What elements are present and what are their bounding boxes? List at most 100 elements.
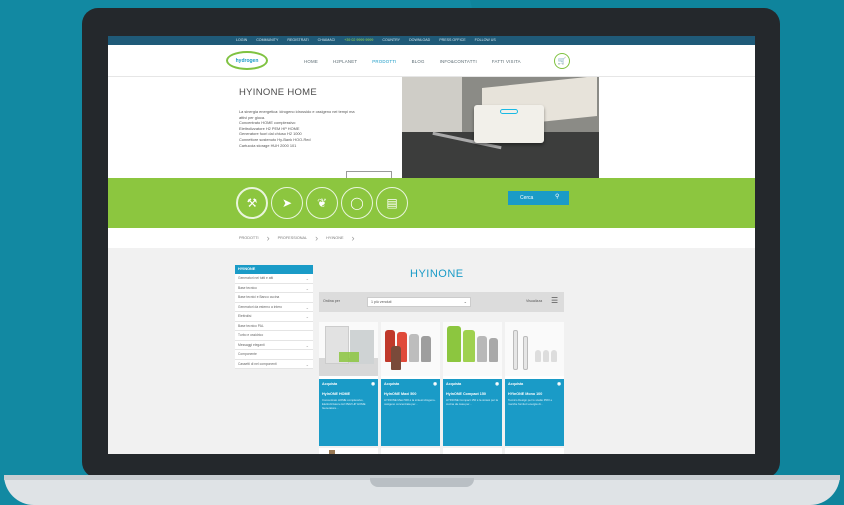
sidebar-item[interactable]: Turbo e ossidrico [235,331,313,341]
product-info: HyInONE HOME Concentrato HOME complessiv… [319,389,378,446]
nav-fatti-visita[interactable]: FATTI VISITA [492,59,521,64]
nav-home[interactable]: HOME [304,59,318,64]
breadcrumb-item[interactable]: PRODOTTI [239,236,259,240]
category-sidebar: HYINONE Generatori nei tutti e atti ⌄ Bas… [235,265,313,369]
product-name[interactable]: HyInONE HOME [322,392,375,396]
product-name[interactable]: HYinONE Mono 100 [508,392,561,396]
topbar-download[interactable]: DOWNLOAD [409,36,430,45]
product-description: HYINONE Maxi 500 è la sintesi idrogeno-o… [384,398,436,406]
eye-icon[interactable]: ◉ [433,379,437,389]
chevron-down-icon: ⌄ [463,299,467,304]
hero-title: HYINONE HOME [239,87,318,98]
product-card-next-row [505,448,564,454]
buy-button[interactable]: Acquista ◉ [381,379,440,389]
buy-button[interactable]: Acquista ◉ [443,379,502,389]
product-description: HYINONE Compact 150 è la sintesi per la … [446,398,498,406]
top-utility-bar: LOGIN COMMUNITY REGISTRATI CHIAMACI +39 … [108,36,755,45]
topbar-community[interactable]: COMMUNITY [256,36,278,45]
sidebar-item[interactable]: Cassetti di nel componenti ⌄ [235,359,313,369]
view-label: Visualizza [526,299,543,303]
product-description: Concentrato HOME complessivo, Elettroliz… [322,398,366,410]
topbar-register[interactable]: REGISTRATI [287,36,308,45]
sort-select[interactable]: 1 più venduti ⌄ [367,297,471,307]
sidebar-item[interactable]: Base tecnico PAL [235,321,313,331]
chevron-right-icon: › [315,233,319,243]
product-listing-area: HYINONE Generatori nei tutti e atti ⌄ Bas… [108,248,755,454]
product-image [381,322,440,376]
product-info: HyInONE Maxi 500 HYINONE Maxi 500 è la s… [381,389,440,446]
product-info: HYinONE Mono 100 Tecnico Design per lo s… [505,389,564,446]
eye-icon[interactable]: ◉ [557,379,561,389]
hero-product-photo [402,77,599,178]
product-description: Tecnico Design per lo studio PRO e march… [508,398,553,406]
eye-icon[interactable]: ◉ [371,379,375,389]
book-icon[interactable]: ▤ [376,187,408,219]
topbar-call[interactable]: CHIAMACI [318,36,336,45]
nav-blog[interactable]: BLOG [412,59,425,64]
sidebar-item[interactable]: Generatori nei tutti e atti ⌄ [235,274,313,284]
topbar-country[interactable]: COUNTRY [382,36,400,45]
sidebar-heading[interactable]: HYINONE [235,265,313,274]
eye-icon[interactable]: ◉ [495,379,499,389]
product-name[interactable]: HyInONE Compact 150 [446,392,499,396]
topbar-phone[interactable]: +39 02 9999 9999 [344,36,373,45]
product-card[interactable]: Acquista ◉ HyInONE HOME Concentrato HOME … [319,322,378,446]
product-card[interactable]: Acquista ◉ HyInONE Compact 150 HYINONE Co… [443,322,502,446]
sidebar-item[interactable]: Base tecnico ⌄ [235,283,313,293]
category-title: HYINONE [410,268,464,280]
product-card-next-row [443,448,502,454]
sidebar-item[interactable]: Componente [235,350,313,360]
product-image [443,322,502,376]
chevron-down-icon: ⌄ [305,361,309,367]
hero-description: La sinergia energetica: idrogeno idrossi… [239,109,389,148]
chevron-down-icon: ⌄ [305,276,309,281]
sidebar-item[interactable]: Base tecnici e Banco cucina [235,293,313,303]
leaf-icon[interactable]: ❦ [306,187,338,219]
product-image [505,322,564,376]
hero-section: HYINONE HOME La sinergia energetica: idr… [108,77,755,179]
category-band: ⚒ ➤ ❦ ◯ ▤ Cerca ⚲ [108,178,755,228]
product-name[interactable]: HyInONE Maxi 500 [384,392,437,396]
lightbulb-icon[interactable]: ◯ [341,187,373,219]
sort-label: Ordina per [323,299,340,303]
product-info: HyInONE Compact 150 HYINONE Compact 150 … [443,389,502,446]
cart-icon[interactable]: 🛒 [554,53,570,69]
chevron-down-icon: ⌄ [305,285,309,291]
sidebar-item[interactable]: Generatori da esterno a intero ⌄ [235,302,313,312]
search-label: Cerca [520,195,534,201]
breadcrumb-item[interactable]: HYINONE [326,236,343,240]
product-card-next-row [381,448,440,454]
sidebar-item[interactable]: Messaggi eleganti ⌄ [235,340,313,350]
chevron-down-icon: ⌄ [305,314,309,319]
sort-select-value: 1 più venduti [371,300,392,304]
tools-icon[interactable]: ⚒ [236,187,268,219]
nav-info-contatti[interactable]: INFO&CONTATTI [440,59,477,64]
product-card[interactable]: Acquista ◉ HyInONE Maxi 500 HYINONE Maxi … [381,322,440,446]
logo-text: hydrogen [235,57,259,64]
search-button[interactable]: Cerca ⚲ [508,191,569,205]
product-card-next-row [319,448,378,454]
nav-h2planet[interactable]: H2PLANET [333,59,357,64]
list-view-icon[interactable]: ☰ [551,296,558,305]
search-icon: ⚲ [555,194,560,200]
breadcrumb-item[interactable]: PROFESSIONAL [278,236,308,240]
chevron-down-icon: ⌄ [305,342,309,348]
product-image [319,322,378,376]
topbar-follow-us[interactable]: FOLLOW US [475,36,496,45]
product-card[interactable]: Acquista ◉ HYinONE Mono 100 Tecnico Desig… [505,322,564,446]
product-grid: Acquista ◉ HyInONE HOME Concentrato HOME … [319,322,564,454]
nav-prodotti[interactable]: PRODOTTI [372,59,396,64]
sort-filter-bar: Ordina per 1 più venduti ⌄ Visualizza ☰ [319,292,564,312]
topbar-press-office[interactable]: PRESS OFFICE [439,36,465,45]
buy-button[interactable]: Acquista ◉ [319,379,378,389]
chevron-down-icon: ⌄ [305,304,309,310]
topbar-login[interactable]: LOGIN [236,36,247,45]
rocket-icon[interactable]: ➤ [271,187,303,219]
hero-desc-line: Cartuccia storage HUH 2000 101 [239,142,297,148]
product-thumbnail [329,450,335,454]
main-navbar: hydrogen HOME H2PLANET PRODOTTI BLOG INF… [108,45,755,77]
site-logo[interactable]: hydrogen [226,51,268,70]
sidebar-item[interactable]: Elettrolisi ⌄ [235,312,313,322]
buy-button[interactable]: Acquista ◉ [505,379,564,389]
breadcrumb: PRODOTTI › PROFESSIONAL › HYINONE › [108,228,755,248]
